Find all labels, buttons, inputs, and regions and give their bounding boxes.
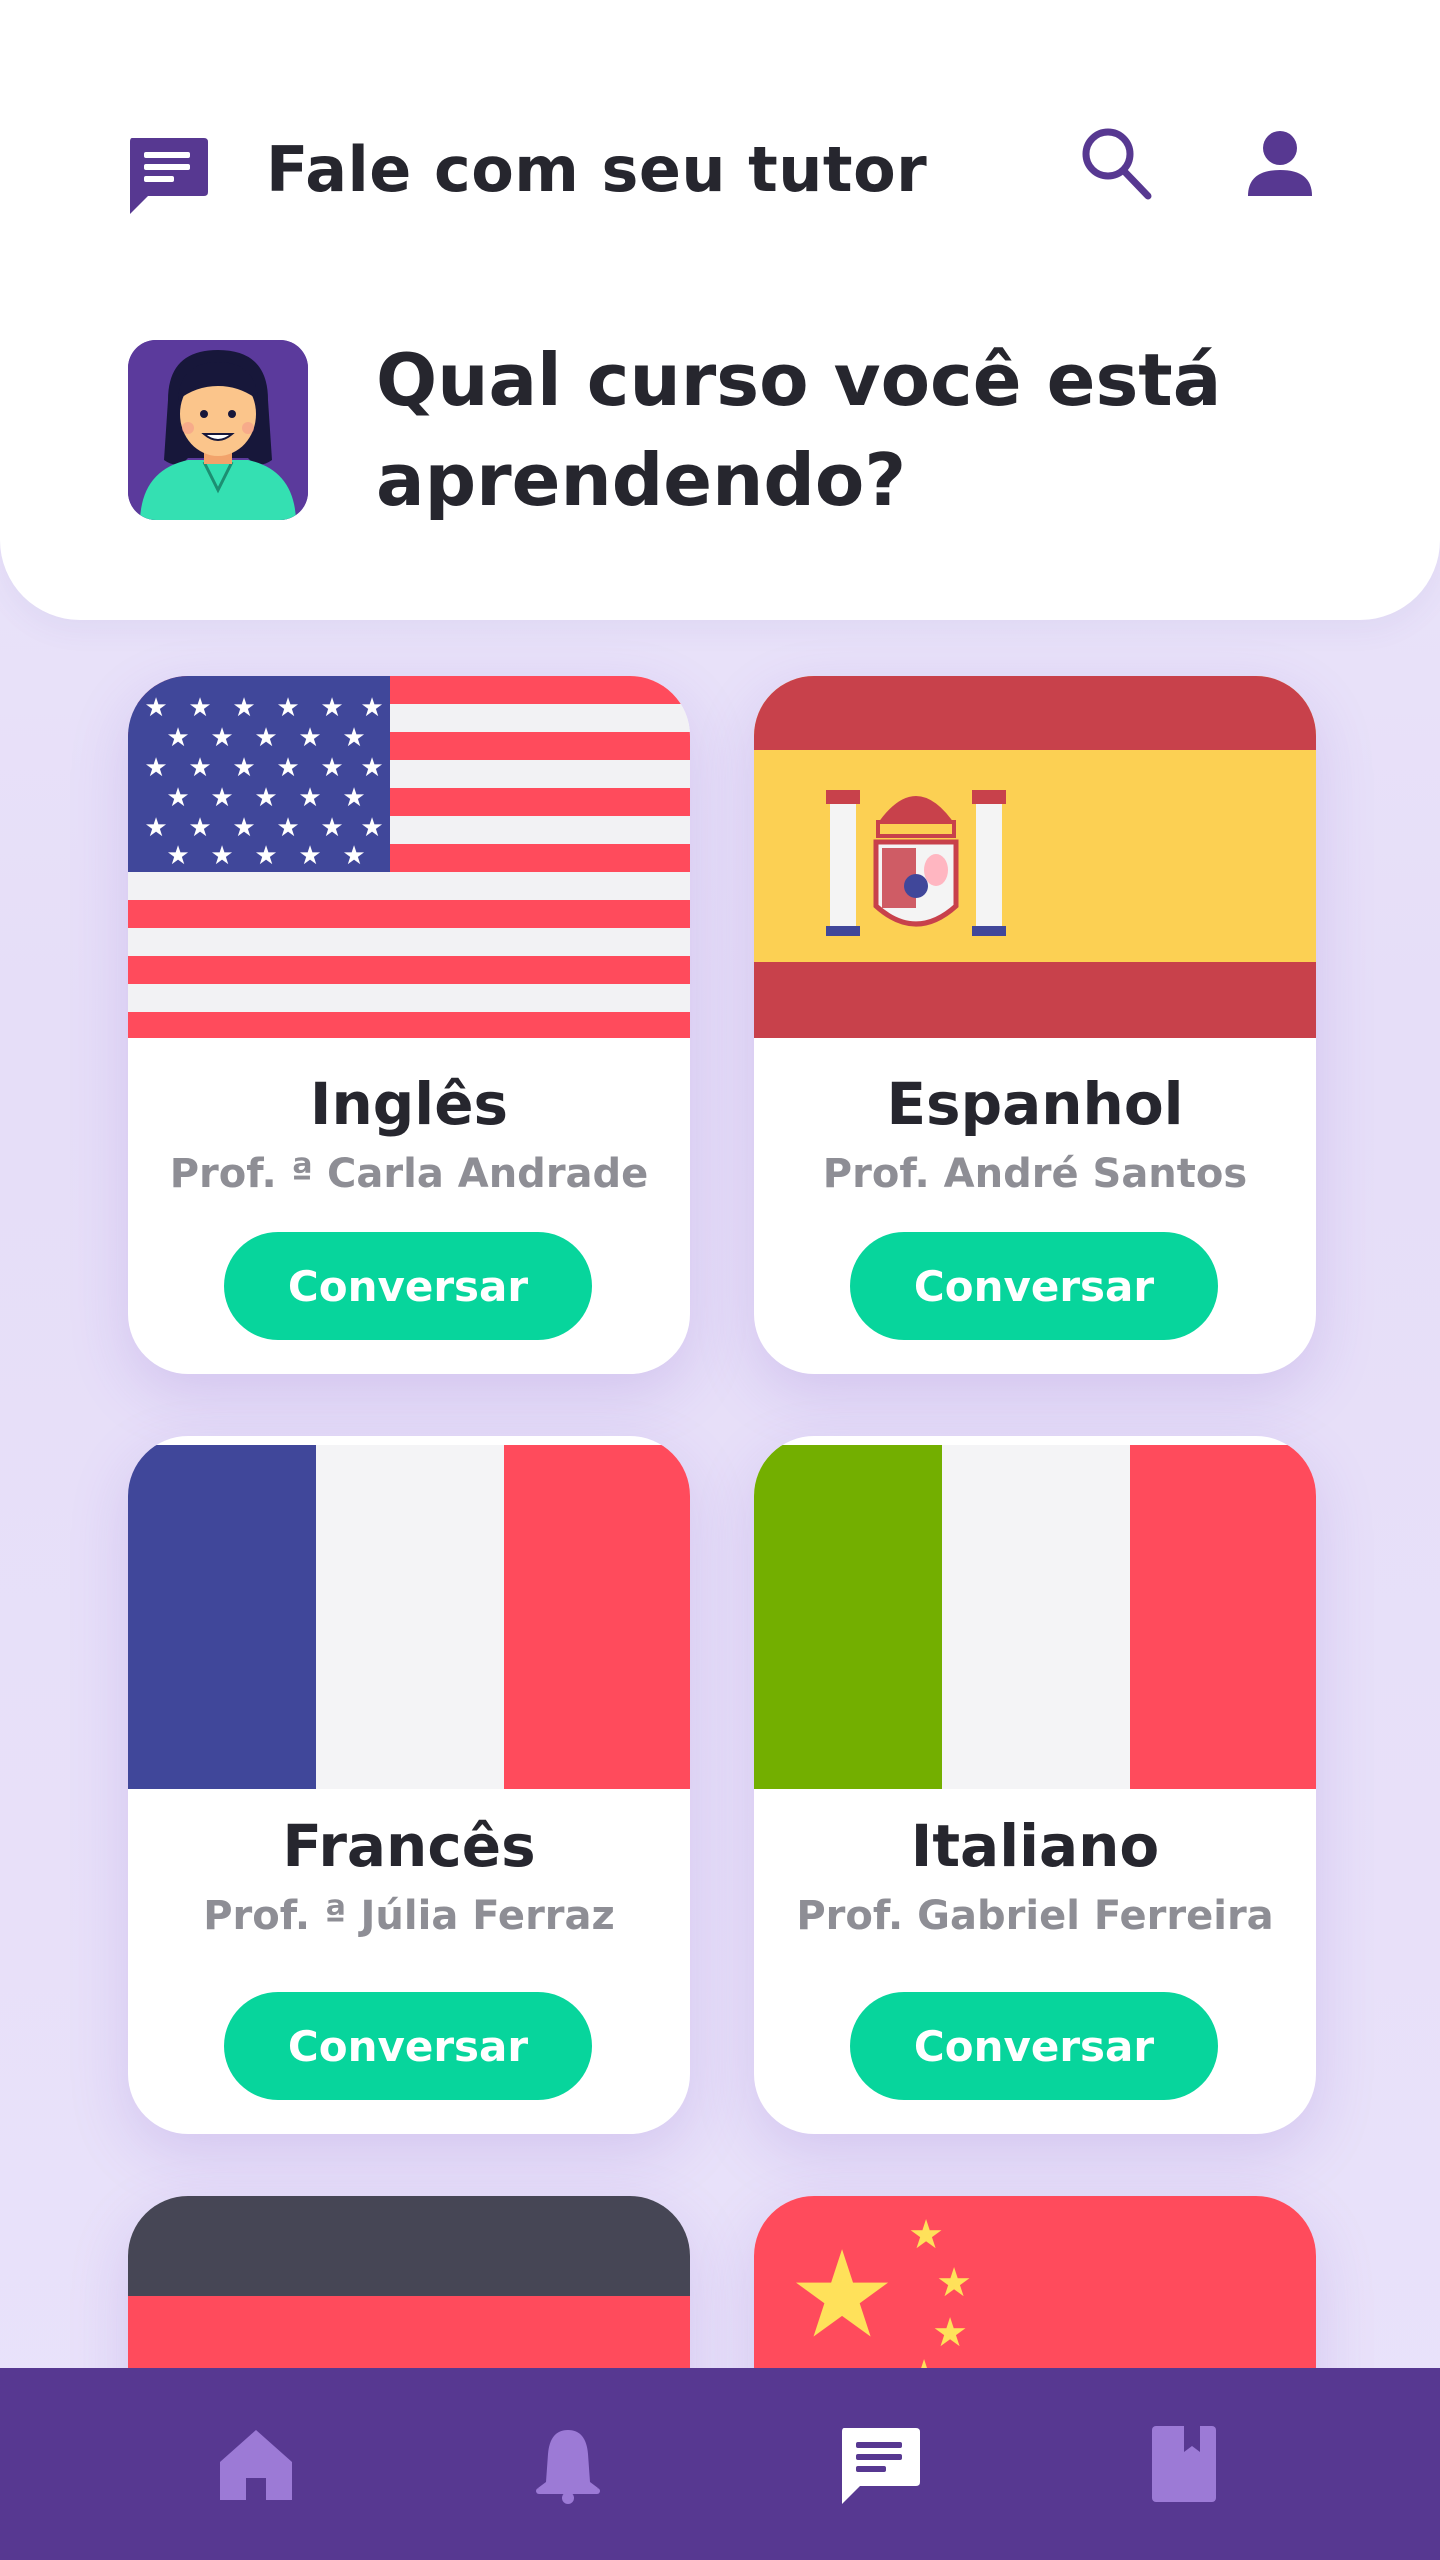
course-card-italiano[interactable]: Italiano Prof. Gabriel Ferreira Conversa… xyxy=(754,1436,1316,2134)
conversar-button[interactable]: Conversar xyxy=(224,1992,592,2100)
avatar-illustration xyxy=(128,340,308,520)
svg-text:★: ★ xyxy=(144,813,167,843)
svg-text:★: ★ xyxy=(232,753,255,783)
svg-text:★: ★ xyxy=(276,813,299,843)
bell-icon[interactable] xyxy=(528,2424,608,2504)
search-icon[interactable] xyxy=(1076,124,1156,204)
svg-text:★: ★ xyxy=(298,723,321,753)
svg-text:★: ★ xyxy=(908,2212,944,2258)
course-name: Italiano xyxy=(910,1812,1160,1880)
svg-text:★: ★ xyxy=(144,753,167,783)
tutor-name: Prof. ª Carla Andrade xyxy=(169,1151,649,1197)
page-question: Qual curso você está aprendendo? xyxy=(376,338,1222,522)
svg-text:★: ★ xyxy=(932,2310,968,2356)
profile-icon[interactable] xyxy=(1244,128,1316,200)
svg-text:★: ★ xyxy=(166,723,189,753)
conversar-button[interactable]: Conversar xyxy=(850,1992,1218,2100)
svg-text:★: ★ xyxy=(188,813,211,843)
svg-text:★: ★ xyxy=(210,723,233,753)
course-name: Espanhol xyxy=(886,1070,1184,1138)
svg-text:★: ★ xyxy=(360,753,383,783)
svg-text:★: ★ xyxy=(320,693,343,723)
chat-icon[interactable] xyxy=(838,2424,922,2508)
svg-text:★: ★ xyxy=(320,813,343,843)
tutor-name: Prof. Gabriel Ferreira xyxy=(796,1893,1274,1939)
svg-text:★: ★ xyxy=(360,693,383,723)
svg-text:★: ★ xyxy=(166,783,189,813)
svg-text:★: ★ xyxy=(298,841,321,871)
course-card-espanhol[interactable]: Espanhol Prof. André Santos Conversar xyxy=(754,676,1316,1374)
course-name: Inglês xyxy=(309,1070,509,1138)
course-card-frances[interactable]: Francês Prof. ª Júlia Ferraz Conversar xyxy=(128,1436,690,2134)
svg-text:★: ★ xyxy=(254,783,277,813)
svg-text:★: ★ xyxy=(276,753,299,783)
svg-text:★: ★ xyxy=(254,841,277,871)
course-name: Francês xyxy=(282,1812,536,1880)
italy-flag xyxy=(754,1445,1316,1789)
svg-text:★: ★ xyxy=(342,723,365,753)
svg-text:★: ★ xyxy=(298,783,321,813)
spain-flag xyxy=(754,676,1316,1038)
conversar-button[interactable]: Conversar xyxy=(850,1232,1218,1340)
svg-text:★: ★ xyxy=(342,841,365,871)
tutor-name: Prof. ª Júlia Ferraz xyxy=(203,1893,615,1939)
svg-text:★: ★ xyxy=(254,723,277,753)
svg-text:★: ★ xyxy=(210,783,233,813)
svg-text:★: ★ xyxy=(360,813,383,843)
tutor-name: Prof. André Santos xyxy=(822,1151,1248,1197)
conversar-button[interactable]: Conversar xyxy=(224,1232,592,1340)
app-title: Fale com seu tutor xyxy=(266,133,928,206)
svg-text:★: ★ xyxy=(232,813,255,843)
book-icon[interactable] xyxy=(1144,2424,1224,2504)
chat-logo-icon xyxy=(130,138,208,214)
svg-text:★: ★ xyxy=(166,841,189,871)
svg-text:★: ★ xyxy=(232,693,255,723)
usa-flag: ★ ★ ★ ★ ★ ★ ★ ★ ★ ★ ★ ★ ★ ★ ★ ★ ★ ★ ★ ★ ★ ★ ★ ★ ★ ★ ★ ★ ★ ★ ★ ★ ★ xyxy=(128,676,690,1038)
france-flag xyxy=(128,1445,690,1789)
home-icon[interactable] xyxy=(216,2424,296,2504)
svg-text:★: ★ xyxy=(276,693,299,723)
svg-text:★: ★ xyxy=(188,753,211,783)
course-card-ingles[interactable]: ★ ★ ★ ★ ★ ★ ★ ★ ★ ★ ★ ★ ★ ★ ★ ★ ★ ★ ★ ★ ★ ★ ★ ★ ★ ★ ★ ★ ★ ★ ★ ★ ★ I… xyxy=(128,676,690,1374)
header: Fale com seu tutor Qual curso você está … xyxy=(0,0,1440,620)
svg-text:★: ★ xyxy=(936,2260,972,2306)
bottom-nav xyxy=(0,2368,1440,2560)
tutor-avatar xyxy=(128,340,308,520)
svg-text:★: ★ xyxy=(144,693,167,723)
svg-text:★: ★ xyxy=(320,753,343,783)
svg-text:★: ★ xyxy=(342,783,365,813)
svg-text:★: ★ xyxy=(788,2226,896,2365)
svg-text:★: ★ xyxy=(188,693,211,723)
page: Fale com seu tutor Qual curso você está … xyxy=(0,0,1440,2560)
svg-text:★: ★ xyxy=(210,841,233,871)
